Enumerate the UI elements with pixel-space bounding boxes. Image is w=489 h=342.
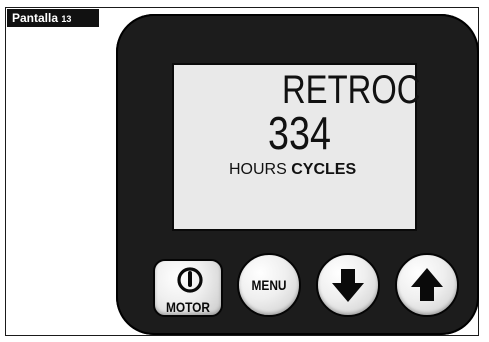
screen-tag-label: Pantalla [12, 11, 59, 25]
arrow-down-icon [332, 269, 364, 302]
lcd-cycles-label: CYCLES [291, 161, 357, 178]
motor-button[interactable]: MOTOR [153, 259, 223, 317]
down-button[interactable] [316, 253, 380, 317]
menu-button-label: MENU [251, 277, 287, 293]
power-icon [177, 267, 203, 293]
arrow-up-icon [411, 268, 443, 301]
lcd-hours-label: HOURS [229, 161, 287, 178]
screen-tag-number: 13 [61, 14, 72, 24]
motor-button-label: MOTOR [165, 299, 211, 315]
lcd-units-text: HOURS CYCLES [229, 161, 356, 179]
menu-button[interactable]: MENU [237, 253, 301, 317]
lcd-value-text: 334 [268, 107, 331, 159]
screen-tag: Pantalla 13 [7, 9, 99, 27]
up-button[interactable] [395, 253, 459, 317]
